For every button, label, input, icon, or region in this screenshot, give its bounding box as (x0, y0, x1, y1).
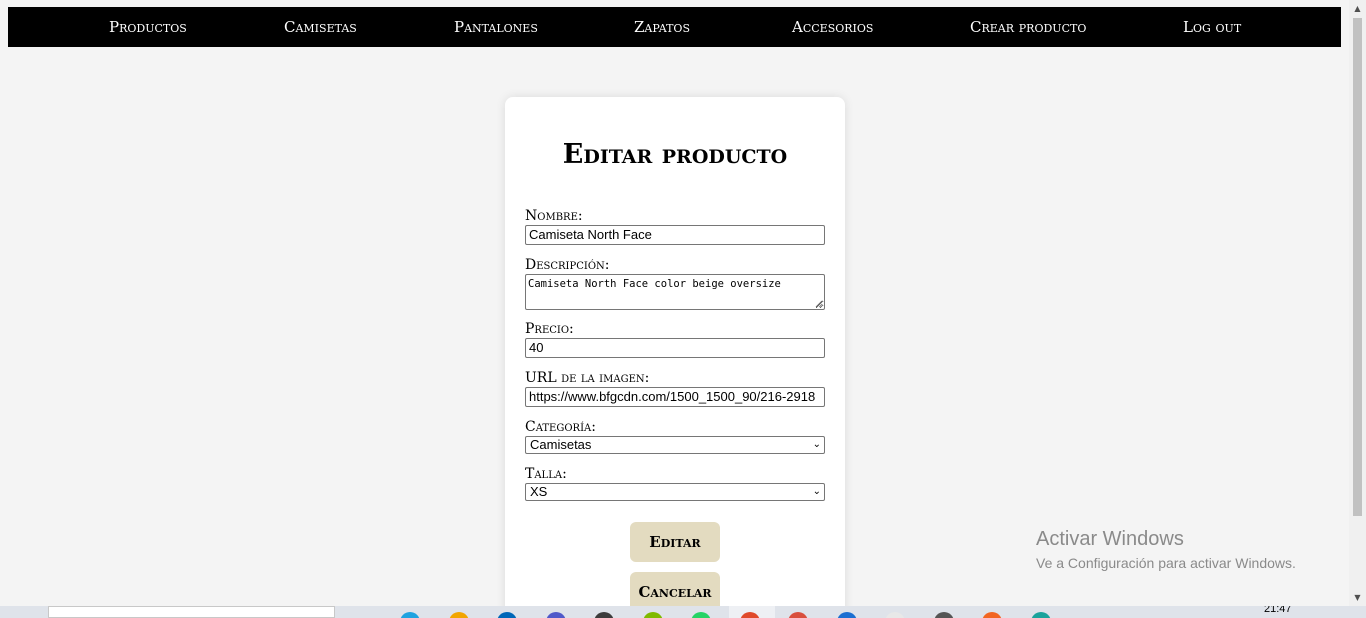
taskbar-app-icon[interactable] (836, 612, 857, 618)
nav-link-log-out[interactable]: Log out (1183, 7, 1241, 47)
nav-link-crear-producto[interactable]: Crear producto (970, 7, 1086, 47)
taskbar-app-icon[interactable] (497, 612, 517, 618)
nombre-label: Nombre: (525, 208, 583, 224)
precio-label: Precio: (525, 321, 574, 337)
talla-select[interactable]: XS ⌄ (525, 483, 825, 501)
categoria-select[interactable]: Camisetas ⌄ (525, 436, 825, 454)
url-imagen-input[interactable]: https://www.bfgcdn.com/1500_1500_90/216-… (525, 387, 825, 407)
descripcion-textarea-value: Camiseta North Face color beige oversize (528, 278, 781, 290)
taskbar-app-icon[interactable] (1030, 612, 1051, 618)
taskbar-app-icon[interactable] (400, 612, 420, 618)
edit-product-card: Editar producto Nombre: Camiseta North F… (505, 97, 845, 618)
nav-link-pantalones[interactable]: Pantalones (454, 7, 538, 47)
categoria-select-value: Camisetas (530, 437, 592, 452)
nav-link-camisetas[interactable]: Camisetas (284, 7, 357, 47)
taskbar-app-icon[interactable] (933, 612, 954, 618)
taskbar-clock: 21:47 (1264, 606, 1292, 615)
resize-handle-icon[interactable] (815, 300, 823, 308)
talla-select-value: XS (530, 484, 548, 499)
taskbar-search-box[interactable] (48, 606, 335, 618)
precio-input[interactable]: 40 (525, 338, 825, 358)
taskbar-app-icon[interactable] (594, 612, 614, 618)
nav-link-accesorios[interactable]: Accesorios (792, 7, 873, 47)
taskbar-app-icon[interactable] (545, 612, 566, 618)
taskbar-app-icon[interactable] (788, 612, 808, 618)
url-imagen-label: URL de la imagen: (525, 370, 650, 386)
categoria-label: Categoría: (525, 419, 596, 435)
nombre-input-value: Camiseta North Face (529, 227, 652, 242)
editar-button[interactable]: Editar (630, 522, 720, 562)
taskbar-app-icon[interactable] (691, 612, 711, 618)
talla-label: Talla: (525, 466, 567, 482)
chevron-down-icon: ⌄ (812, 486, 821, 497)
nav-link-productos[interactable]: Productos (109, 7, 187, 47)
taskbar-app-icon[interactable] (982, 612, 1002, 618)
scroll-down-arrow-icon[interactable]: ▼ (1349, 589, 1366, 606)
activate-windows-title: Activar Windows (1036, 528, 1184, 550)
top-navbar: Productos Camisetas Pantalones Zapatos A… (8, 7, 1341, 47)
page-scrollbar[interactable]: ▲ ▼ (1349, 0, 1366, 606)
windows-taskbar: 21:47 (0, 606, 1366, 618)
taskbar-app-icon[interactable] (448, 612, 469, 618)
precio-input-value: 40 (529, 340, 544, 355)
activate-windows-subtitle: Ve a Configuración para activar Windows. (1036, 555, 1296, 571)
url-imagen-input-value: https://www.bfgcdn.com/1500_1500_90/216-… (529, 389, 816, 404)
taskbar-app-icon[interactable] (885, 612, 905, 618)
scroll-thumb[interactable] (1353, 18, 1362, 516)
nombre-input[interactable]: Camiseta North Face (525, 225, 825, 245)
chevron-down-icon: ⌄ (812, 439, 821, 450)
descripcion-textarea[interactable]: Camiseta North Face color beige oversize (525, 274, 825, 310)
descripcion-label: Descripción: (525, 257, 610, 273)
page-title: Editar producto (562, 139, 788, 170)
nav-link-zapatos[interactable]: Zapatos (634, 7, 690, 47)
taskbar-app-icon[interactable] (642, 612, 663, 618)
scroll-up-arrow-icon[interactable]: ▲ (1349, 0, 1366, 17)
